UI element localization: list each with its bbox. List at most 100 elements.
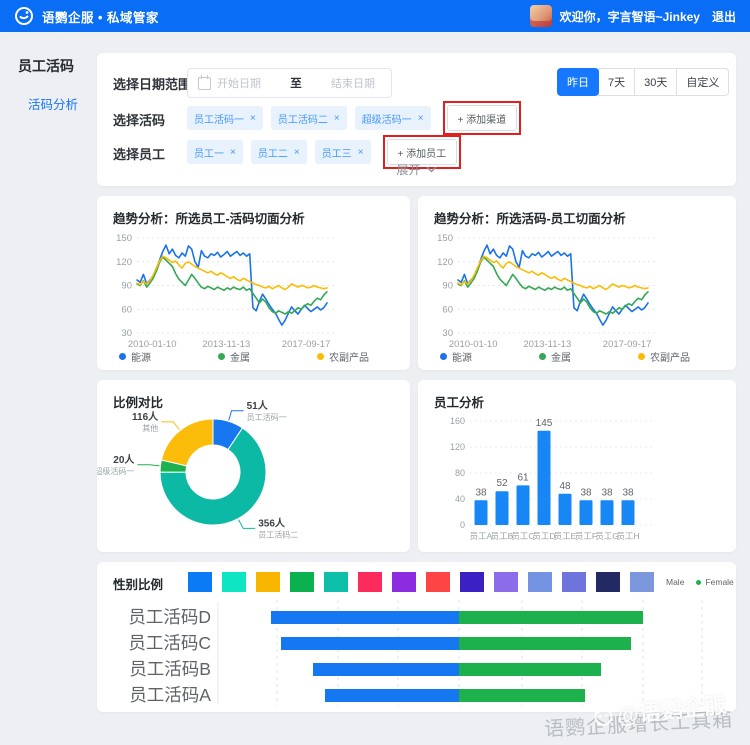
bar-2[interactable] [517,485,530,525]
qr-tags-item-0[interactable]: 员工活码一× [187,106,263,130]
palette-swatch-8[interactable] [460,572,484,592]
range-button-3[interactable]: 自定义 [676,68,729,96]
range-button-2[interactable]: 30天 [634,68,677,96]
legend-label: 金属 [551,349,571,364]
qr-tags-item-2[interactable]: 超级活码一× [355,106,431,130]
bar-5[interactable] [580,500,593,525]
legend-female-label[interactable]: Female [705,577,733,587]
bar-6[interactable] [601,500,614,525]
legend-dot [119,353,126,360]
male-bar-2[interactable] [313,663,459,676]
tag-remove-icon[interactable]: × [294,147,300,158]
sidebar-item-qr-analysis[interactable]: 活码分析 [28,94,95,113]
svg-text:90: 90 [121,281,132,292]
legend-male-label[interactable]: Male [666,577,684,587]
trend-qr-legend: 能源 金属 农副产品 [440,349,690,364]
legend-item-1[interactable]: 金属 [218,349,250,364]
line-chart-svg: 3060901201502010-01-102013-11-132017-09-… [107,224,407,352]
tag-remove-icon[interactable]: × [358,147,364,158]
svg-text:员工E: 员工E [554,531,577,541]
line-series-2 [137,256,327,289]
bar-7[interactable] [622,500,635,525]
legend-item-0[interactable]: 能源 [119,349,151,364]
user-area: 欢迎你，字言智语~Jinkey 退出 [530,5,750,27]
palette-swatch-3[interactable] [290,572,314,592]
legend-item-2[interactable]: 农副产品 [638,349,690,364]
svg-text:52: 52 [496,478,508,489]
svg-text:40: 40 [455,494,465,504]
female-bar-3[interactable] [459,689,585,702]
palette-swatch-7[interactable] [426,572,450,592]
svg-text:员工A: 员工A [470,531,493,541]
palette-swatch-11[interactable] [562,572,586,592]
svg-text:员工活码D: 员工活码D [128,607,211,627]
range-button-0[interactable]: 昨日 [557,68,599,96]
svg-text:30: 30 [442,328,453,339]
svg-text:员工活码C: 员工活码C [128,633,211,653]
end-date-placeholder[interactable]: 结束日期 [331,75,375,91]
legend-item-0[interactable]: 能源 [440,349,472,364]
svg-text:90: 90 [442,281,453,292]
female-bar-2[interactable] [459,663,601,676]
sidebar-title: 员工活码 [18,56,95,76]
legend-label: 农副产品 [329,349,369,364]
tag-remove-icon[interactable]: × [418,113,424,124]
palette-swatch-4[interactable] [324,572,348,592]
legend-item-2[interactable]: 农副产品 [317,349,369,364]
trend-card-staff: 趋势分析：所选员工-活码切面分析 3060901201502010-01-102… [97,196,410,370]
bar-0[interactable] [475,500,488,525]
callout-line-0 [229,411,244,421]
bar-4[interactable] [559,494,572,525]
male-bar-1[interactable] [281,637,459,650]
trend-card-qr: 趋势分析：所选活码-员工切面分析 3060901201502010-01-102… [418,196,736,370]
callout-line-2 [137,465,159,466]
date-range-label: 选择日期范围 [113,74,191,93]
female-bar-1[interactable] [459,637,631,650]
add-channel-button[interactable]: + 添加渠道 [447,105,518,131]
date-separator: 至 [290,75,302,91]
svg-text:0: 0 [460,520,465,530]
palette-swatch-10[interactable] [528,572,552,592]
qr-tags-item-1[interactable]: 员工活码二× [271,106,347,130]
gender-palette-row: Male Female [188,572,734,592]
donut-slice-3[interactable] [161,419,213,466]
date-range-picker[interactable]: 开始日期 至 结束日期 [187,68,392,98]
bar-1[interactable] [496,491,509,525]
legend-dot [440,353,447,360]
range-button-1[interactable]: 7天 [598,68,635,96]
female-bar-0[interactable] [459,611,643,624]
palette-swatch-5[interactable] [358,572,382,592]
male-bar-3[interactable] [325,689,459,702]
qr-select-label: 选择活码 [113,110,165,129]
legend-item-1[interactable]: 金属 [539,349,571,364]
bar-3[interactable] [538,431,551,525]
user-avatar[interactable] [530,5,552,27]
svg-text:员工F: 员工F [575,531,597,541]
tag-label: 员工一 [194,145,224,160]
legend-dot [539,353,546,360]
svg-text:38: 38 [475,487,487,498]
palette-swatch-1[interactable] [222,572,246,592]
svg-text:48: 48 [559,481,571,492]
tag-remove-icon[interactable]: × [334,113,340,124]
parrot-logo-icon [14,6,34,26]
svg-text:员工活码二: 员工活码二 [258,529,298,539]
palette-swatch-9[interactable] [494,572,518,592]
palette-swatch-2[interactable] [256,572,280,592]
palette-swatch-6[interactable] [392,572,416,592]
tag-remove-icon[interactable]: × [230,147,236,158]
logout-link[interactable]: 退出 [712,8,736,25]
tag-remove-icon[interactable]: × [250,113,256,124]
line-chart-svg: 3060901201502010-01-102013-11-132017-09-… [428,224,728,352]
palette-swatch-13[interactable] [630,572,654,592]
expand-toggle[interactable]: 展开 [97,161,736,178]
legend-female-dot [696,580,701,585]
male-bar-0[interactable] [271,611,459,624]
svg-text:其他: 其他 [142,423,158,433]
start-date-placeholder[interactable]: 开始日期 [217,75,261,91]
sidebar: 员工活码 活码分析 [0,32,95,745]
palette-swatch-0[interactable] [188,572,212,592]
svg-text:80: 80 [455,468,465,478]
palette-swatch-12[interactable] [596,572,620,592]
brand: 语鹦企服 • 私域管家 [0,6,159,26]
